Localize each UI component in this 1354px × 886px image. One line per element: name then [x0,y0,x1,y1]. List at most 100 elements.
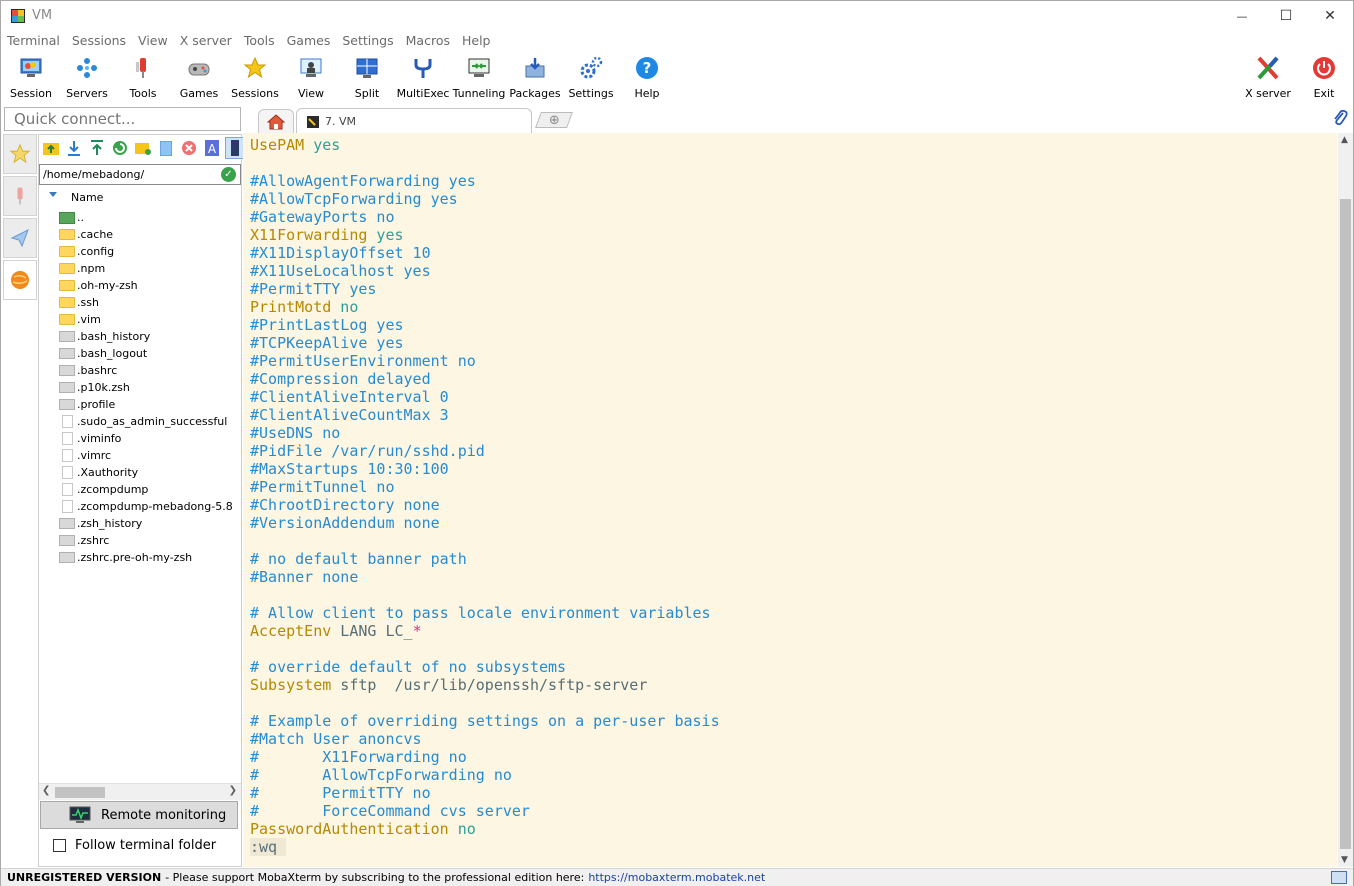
sftp-new-file-button[interactable] [156,137,176,159]
menu-macros[interactable]: Macros [400,32,456,52]
file-row[interactable]: .oh-my-zsh [59,277,241,294]
split-button[interactable]: Split [339,53,395,101]
tab-vm[interactable]: 7. VM [296,108,532,134]
file-row[interactable]: .zcompdump [59,481,241,498]
path-ok-icon[interactable]: ✓ [221,167,236,182]
terminal-text: Subsystem [250,676,332,694]
sftp-refresh-button[interactable] [110,137,130,159]
mobatek-link[interactable]: https://mobaxterm.mobatek.net [588,871,765,884]
sftp-horizontal-scrollbar[interactable]: ❮ ❯ [39,783,241,800]
folder-icon [59,314,75,325]
settings-button[interactable]: Settings [563,53,619,101]
split-label: Split [354,87,380,100]
file-row[interactable]: .zshrc [59,532,241,549]
tab-home[interactable] [258,109,294,133]
menu-view[interactable]: View [132,32,174,52]
file-name: .cache [77,228,114,241]
terminal-line: # Example of overriding settings on a pe… [250,712,1337,730]
file-row[interactable]: .zcompdump-mebadong-5.8 [59,498,241,515]
file-row[interactable]: .sudo_as_admin_successful [59,413,241,430]
sftp-download-button[interactable] [64,137,84,159]
new-folder-icon [135,143,151,155]
tools-button[interactable]: Tools [115,53,171,101]
terminal-text: AcceptEnv [250,622,332,640]
help-button[interactable]: ? Help [619,53,675,101]
follow-checkbox[interactable] [53,839,66,852]
terminal-line: #ChrootDirectory none [250,496,1337,514]
exit-button[interactable]: Exit [1296,53,1352,101]
file-row[interactable]: .bash_logout [59,345,241,362]
terminal-vertical-scrollbar[interactable]: ▲ ▼ [1338,133,1353,867]
menu-help[interactable]: Help [456,32,497,52]
close-button[interactable]: ✕ [1307,1,1353,31]
file-row[interactable]: .vim [59,311,241,328]
terminal-view[interactable]: UsePAM yes #AllowAgentForwarding yes #Allo… [243,133,1337,867]
sftp-upload-button[interactable] [87,137,107,159]
file-row[interactable]: .vimrc [59,447,241,464]
menu-games[interactable]: Games [281,32,337,52]
file-row[interactable]: .cache [59,226,241,243]
packages-button[interactable]: Packages [507,53,563,101]
file-row[interactable]: .zsh_history [59,515,241,532]
file-row[interactable]: .p10k.zsh [59,379,241,396]
scroll-thumb[interactable] [55,787,105,798]
sftp-rename-button[interactable]: A [202,137,222,159]
servers-button[interactable]: Servers [59,53,115,101]
file-row[interactable]: .zshrc.pre-oh-my-zsh [59,549,241,566]
xserver-button[interactable]: X server [1240,53,1296,101]
sftp-parent-folder-button[interactable] [41,137,61,159]
folder-icon [59,263,75,274]
sftp-new-folder-button[interactable] [133,137,153,159]
menu-tools[interactable]: Tools [238,32,281,52]
file-row[interactable]: .bashrc [59,362,241,379]
sessions-label: Sessions [231,87,279,100]
file-row[interactable]: .viminfo [59,430,241,447]
sessions-button[interactable]: Sessions [227,53,283,101]
file-row[interactable]: .ssh [59,294,241,311]
help-icon: ? [634,55,660,81]
file-row[interactable]: .. [59,209,241,226]
follow-terminal-folder[interactable]: Follow terminal folder [53,838,216,853]
file-icon [59,552,75,563]
sftp-delete-button[interactable] [179,137,199,159]
file-row[interactable]: .npm [59,260,241,277]
attach-button[interactable] [1332,109,1348,130]
tunneling-button[interactable]: Tunneling [451,53,507,101]
sidetab-macros[interactable] [3,218,37,258]
minimize-button[interactable]: — [1219,1,1265,31]
menu-x-server[interactable]: X server [174,32,238,52]
view-button[interactable]: View [283,53,339,101]
remote-monitoring-button[interactable]: Remote monitoring [40,801,238,829]
file-row[interactable]: .profile [59,396,241,413]
terminal-text: # X11Forwarding no [250,748,467,766]
quick-connect-input[interactable] [4,107,241,131]
terminal-line: # ForceCommand cvs server [250,802,1337,820]
scroll-down-icon[interactable]: ▼ [1341,855,1348,865]
menu-settings[interactable]: Settings [336,32,399,52]
sidetab-sftp[interactable] [3,260,37,300]
mobaxterm-window: VM — ☐ ✕ Terminal Sessions View X server… [0,0,1354,886]
new-tab-button[interactable]: ⊕ [535,112,573,128]
sidetab-tools[interactable] [3,176,37,216]
terminal-text: #X11DisplayOffset 10 [250,244,431,262]
sftp-follow-button[interactable] [225,137,245,159]
terminal-text: #PermitTTY yes [250,280,377,298]
scroll-left-icon[interactable]: ❮ [42,785,50,796]
multiexec-button[interactable]: MultiExec [395,53,451,101]
scroll-right-icon[interactable]: ❯ [229,785,237,796]
file-row[interactable]: .Xauthority [59,464,241,481]
menu-terminal[interactable]: Terminal [1,32,66,52]
file-row[interactable]: .config [59,243,241,260]
column-header-name[interactable]: Name [39,189,241,206]
sidetab-sessions[interactable] [3,134,37,174]
tab-strip: 7. VM ⊕ [242,107,1354,134]
maximize-button[interactable]: ☐ [1263,1,1309,31]
sftp-path-field[interactable]: /home/mebadong/ ✓ [39,164,241,185]
file-row[interactable]: .bash_history [59,328,241,345]
menu-sessions[interactable]: Sessions [66,32,132,52]
scroll-up-icon[interactable]: ▲ [1341,135,1348,145]
terminal-scroll-thumb[interactable] [1340,199,1351,849]
games-button[interactable]: Games [171,53,227,101]
session-label: Session [10,87,52,100]
session-button[interactable]: Session [3,53,59,101]
